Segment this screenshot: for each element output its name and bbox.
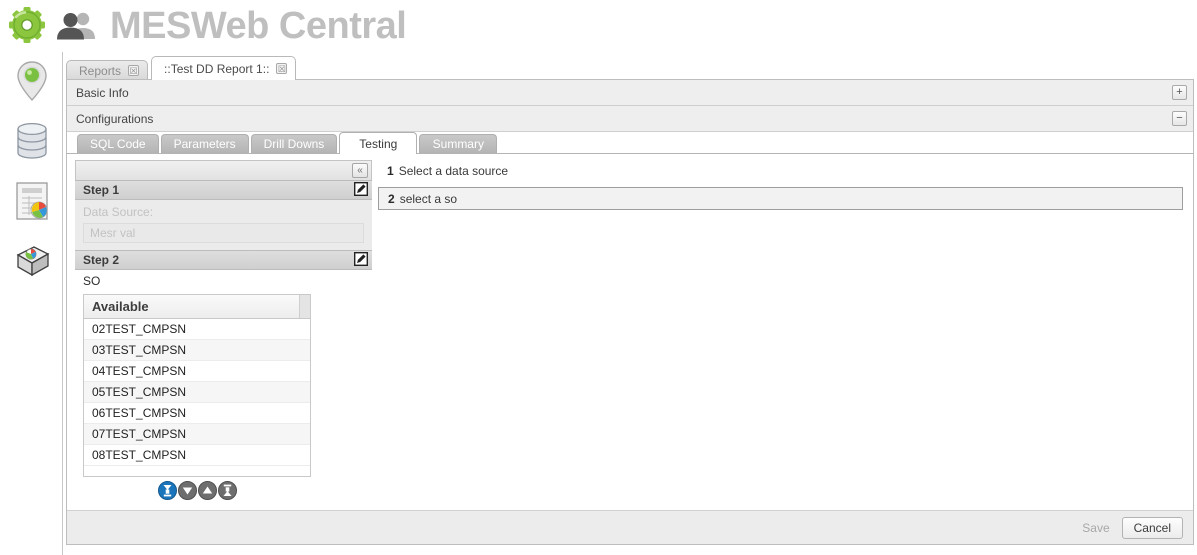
rail-item-location[interactable] xyxy=(0,52,63,112)
doc-tab-reports[interactable]: Reports ☒ xyxy=(66,60,149,80)
list-item[interactable]: 05TEST_CMPSN xyxy=(84,382,310,403)
wizard-step-1[interactable]: 1 Select a data source xyxy=(378,160,1183,182)
tab-sql-code[interactable]: SQL Code xyxy=(77,134,159,153)
page-title: MESWeb Central xyxy=(110,4,407,47)
doc-tab-label: Reports xyxy=(79,63,122,78)
list-item[interactable]: 06TEST_CMPSN xyxy=(84,403,310,424)
wizard-step-2[interactable]: 2 select a so xyxy=(378,187,1183,210)
section-title: Basic Info xyxy=(76,85,129,100)
edit-pencil-icon[interactable] xyxy=(353,181,369,199)
list-item-empty xyxy=(84,466,310,476)
reorder-button-group xyxy=(83,477,311,507)
save-button[interactable]: Save xyxy=(1074,518,1117,538)
collapse-icon[interactable]: − xyxy=(1172,111,1187,126)
close-icon[interactable]: ☒ xyxy=(128,65,140,76)
move-up-button[interactable] xyxy=(197,481,217,503)
doc-tab-test-dd-report-1[interactable]: ::Test DD Report 1:: ☒ xyxy=(151,56,297,80)
edit-pencil-icon[interactable] xyxy=(353,251,369,269)
tab-parameters[interactable]: Parameters xyxy=(160,134,249,153)
tab-drill-downs[interactable]: Drill Downs xyxy=(250,134,338,153)
list-item[interactable]: 03TEST_CMPSN xyxy=(84,340,310,361)
section-configurations[interactable]: Configurations − xyxy=(67,106,1193,132)
list-item[interactable]: 04TEST_CMPSN xyxy=(84,361,310,382)
list-item[interactable]: 02TEST_CMPSN xyxy=(84,319,310,340)
config-tabstrip: SQL Code Parameters Drill Downs Testing … xyxy=(67,132,1193,154)
wizard-right-column: 1 Select a data source 2 select a so xyxy=(372,154,1193,542)
move-down-button[interactable] xyxy=(177,481,197,503)
tab-label: Parameters xyxy=(173,137,236,151)
step-number: 2 xyxy=(388,191,395,206)
document-tabs: Reports ☒ ::Test DD Report 1:: ☒ xyxy=(66,55,1194,80)
tab-label: Testing xyxy=(359,136,398,151)
step-1-header: Step 1 xyxy=(75,180,372,200)
gear-icon xyxy=(8,6,46,47)
list-item[interactable]: 08TEST_CMPSN xyxy=(84,445,310,466)
available-list: Available 02TEST_CMPSN 03TEST_CMPSN 04TE… xyxy=(83,294,311,477)
users-icon xyxy=(56,10,96,43)
database-icon xyxy=(14,120,50,165)
close-icon[interactable]: ☒ xyxy=(276,63,288,74)
rail-item-database[interactable] xyxy=(0,112,63,172)
step-label: Select a data source xyxy=(398,164,509,178)
wizard-left-column: « Step 1 Data Source: Mesr val Step 2 SO… xyxy=(67,154,372,542)
sidebar-rail xyxy=(0,52,63,555)
expand-icon[interactable]: + xyxy=(1172,85,1187,100)
rail-item-report-stack[interactable] xyxy=(0,232,63,292)
data-source-input[interactable]: Mesr val xyxy=(83,223,364,243)
report-chart-icon xyxy=(13,180,51,225)
list-item[interactable]: 07TEST_CMPSN xyxy=(84,424,310,445)
step-2-header: Step 2 xyxy=(75,250,372,270)
tab-testing[interactable]: Testing xyxy=(339,132,418,154)
app-header: MESWeb Central xyxy=(0,0,1197,52)
step-2-title: Step 2 xyxy=(83,253,120,267)
rail-item-report[interactable] xyxy=(0,172,63,232)
available-list-header: Available xyxy=(84,295,310,319)
step-1-body: Data Source: Mesr val xyxy=(75,200,372,250)
location-pin-icon xyxy=(15,59,49,106)
tab-label: Drill Downs xyxy=(263,137,325,151)
collapse-panel-button[interactable]: « xyxy=(352,163,368,178)
move-bottom-button[interactable] xyxy=(157,481,177,503)
left-toolbar: « xyxy=(75,160,372,180)
tab-summary[interactable]: Summary xyxy=(419,134,498,153)
doc-tab-label: ::Test DD Report 1:: xyxy=(164,61,270,76)
tab-label: Summary xyxy=(432,137,484,151)
step-number: 1 xyxy=(387,164,394,178)
section-title: Configurations xyxy=(76,111,154,126)
step-label: select a so xyxy=(399,191,458,206)
move-top-button[interactable] xyxy=(217,481,237,503)
step-1-title: Step 1 xyxy=(83,183,120,197)
data-source-label: Data Source: xyxy=(83,205,154,219)
testing-body: « Step 1 Data Source: Mesr val Step 2 SO… xyxy=(67,154,1193,542)
cancel-button[interactable]: Cancel xyxy=(1121,516,1183,539)
step-2-value: SO xyxy=(75,270,372,294)
report-stack-icon xyxy=(12,241,52,284)
section-basic-info[interactable]: Basic Info + xyxy=(67,80,1193,106)
dialog-footer: Save Cancel xyxy=(67,510,1193,544)
tab-label: SQL Code xyxy=(90,137,146,151)
content-panel: Basic Info + Configurations − SQL Code P… xyxy=(66,79,1194,545)
